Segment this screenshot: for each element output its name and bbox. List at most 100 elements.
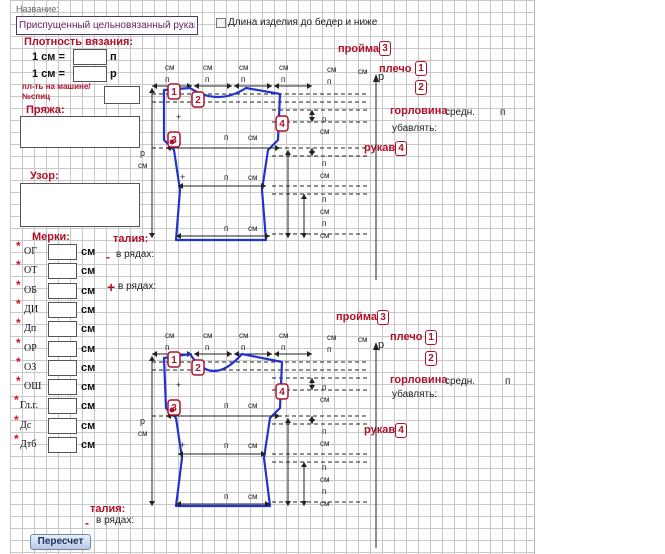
dim-cm-label: см — [320, 171, 330, 180]
dim-p-label: п — [165, 75, 169, 84]
arrow-head — [275, 413, 280, 419]
plus-mark: + — [176, 112, 181, 122]
arrow-head — [309, 151, 315, 156]
dim-cm-label: см — [320, 439, 330, 448]
arrow-head — [309, 378, 315, 383]
arrow-head — [149, 501, 155, 506]
dim-p-label: п — [327, 77, 331, 86]
arrow-head — [149, 233, 155, 238]
recalculate-button[interactable]: Пересчет — [30, 534, 91, 550]
pattern-worksheet: Название: Длина изделия до бедер и ниже … — [10, 0, 535, 554]
diagram-marker-number: 4 — [279, 387, 285, 398]
dim-cm-label: см — [203, 63, 213, 72]
dim-p-label: п — [322, 427, 326, 436]
arrow-head — [309, 117, 315, 122]
dim-cm-label: см — [248, 441, 258, 450]
arrow-head — [309, 419, 315, 424]
arrow-head — [285, 501, 291, 506]
garment-outline — [162, 86, 282, 242]
arrow-head — [152, 351, 157, 357]
dim-r-label: р — [378, 339, 384, 351]
dim-p-label: п — [327, 345, 331, 354]
garment-outline — [162, 352, 284, 508]
arrow-head — [285, 418, 291, 423]
dim-p-label: п — [165, 343, 169, 352]
arrow-head — [301, 233, 307, 238]
arrow-head — [227, 83, 232, 89]
arrow-head — [301, 462, 307, 467]
dim-cm-label: см — [327, 65, 337, 74]
dim-cm-label: см — [320, 127, 330, 136]
diagram-marker-number: 1 — [171, 355, 177, 366]
arrow-head — [309, 385, 315, 390]
arrow-head — [285, 150, 291, 155]
arrow-head — [227, 351, 232, 357]
plus-mark: + — [180, 172, 185, 182]
dim-p-label: п — [241, 75, 245, 84]
dim-cm-label: см — [165, 331, 175, 340]
arrow-head — [285, 233, 291, 238]
diagram-marker-number: 1 — [171, 87, 177, 98]
arrow-head — [267, 83, 272, 89]
dim-cm-label: см — [248, 224, 258, 233]
arrow-head — [275, 145, 280, 151]
diagram-marker-number: 4 — [279, 119, 285, 130]
dim-p-label: п — [241, 343, 245, 352]
dim-p-label: п — [224, 224, 228, 233]
dim-cm-label: см — [320, 231, 330, 240]
dim-p-label: п — [322, 487, 326, 496]
arrow-head — [274, 83, 279, 89]
dim-cm-label: см — [320, 207, 330, 216]
marker-dot — [169, 407, 175, 413]
arrow-head — [267, 351, 272, 357]
dim-cm-label: см — [327, 333, 337, 342]
dim-cm-label: см — [248, 401, 258, 410]
arrow-head — [309, 110, 315, 115]
arrow-head — [301, 194, 307, 199]
plus-mark: + — [180, 440, 185, 450]
arrow-head — [152, 83, 157, 89]
dim-p-label: п — [281, 343, 285, 352]
dim-p-label: п — [224, 492, 228, 501]
arrow-head — [234, 83, 239, 89]
arrow-head — [194, 351, 199, 357]
dim-cm-label: см — [279, 63, 289, 72]
arrow-head — [274, 351, 279, 357]
dim-cm-label: см — [203, 331, 213, 340]
dim-p-label: п — [322, 159, 326, 168]
dim-p-label: п — [224, 173, 228, 182]
dim-p-label: п — [205, 343, 209, 352]
dim-cm-label: см — [358, 335, 368, 344]
arrow-head — [307, 351, 312, 357]
dim-cm-label: см — [165, 63, 175, 72]
plus-mark: + — [176, 380, 181, 390]
arrow-head — [265, 233, 270, 239]
arrow-head — [149, 88, 155, 93]
dim-p-label: п — [322, 219, 326, 228]
arrow-head — [149, 356, 155, 361]
dim-r-label: р — [140, 416, 145, 426]
dim-cm-label: см — [248, 133, 258, 142]
garment-diagrams: см см см см п п п п см п см р р см п см п см п см п см п см п см п… — [138, 63, 384, 548]
dim-p-label: п — [224, 401, 228, 410]
dim-cm-label: см — [358, 67, 368, 76]
arrow-head — [194, 83, 199, 89]
dim-p-label: п — [322, 463, 326, 472]
marker-dot — [169, 139, 175, 145]
dim-p-label: п — [224, 133, 228, 142]
dim-cm-label: см — [248, 492, 258, 501]
dim-cm-label: см — [138, 429, 148, 438]
dim-cm-label: см — [320, 499, 330, 508]
dim-cm-label: см — [239, 331, 249, 340]
dim-r-label: р — [378, 71, 384, 83]
dim-p-label: п — [322, 195, 326, 204]
dim-p-label: п — [205, 75, 209, 84]
diagram-marker-number: 2 — [195, 95, 201, 106]
arrow-head — [301, 501, 307, 506]
dim-cm-label: см — [279, 331, 289, 340]
dim-p-label: п — [322, 383, 326, 392]
dim-p-label: п — [281, 75, 285, 84]
dim-p-label: п — [224, 441, 228, 450]
dim-cm-label: см — [239, 63, 249, 72]
dim-cm-label: см — [138, 161, 148, 170]
